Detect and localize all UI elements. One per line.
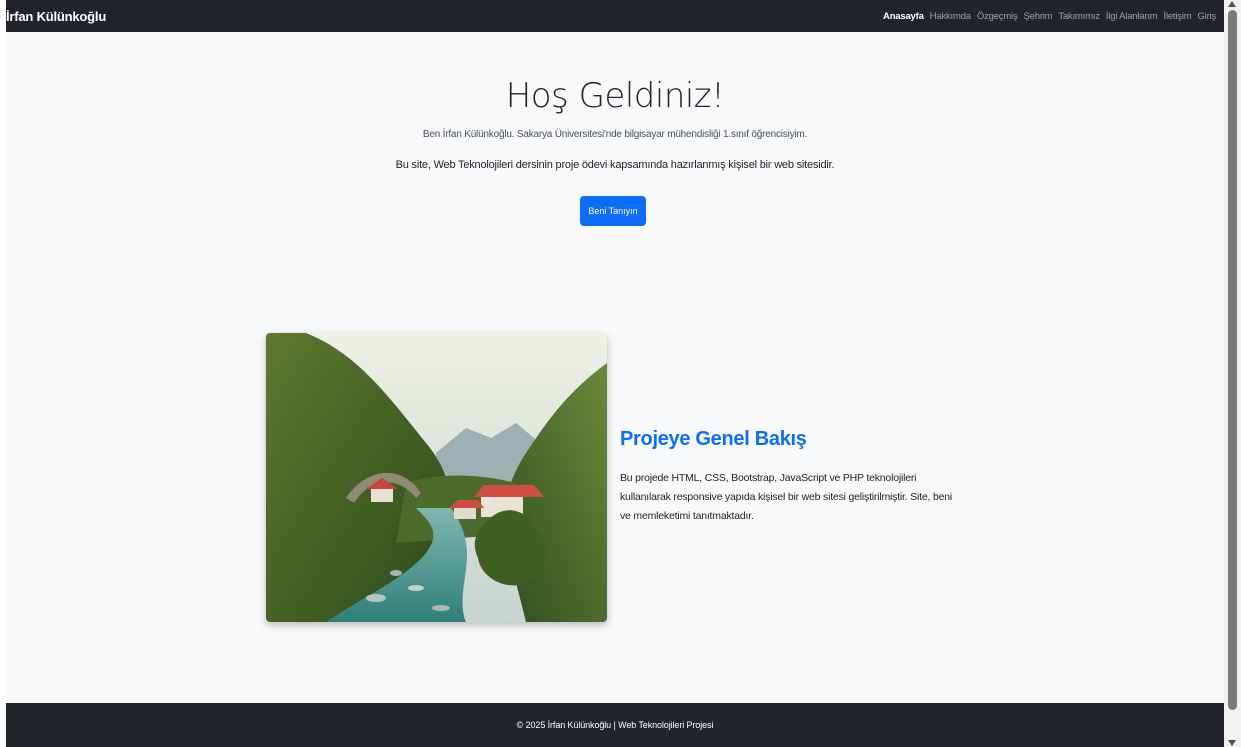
scroll-thumb[interactable] (1228, 10, 1237, 710)
scroll-down-icon[interactable] (1228, 740, 1236, 746)
landscape-illustration (266, 333, 607, 622)
nav-link-hakkimda[interactable]: Hakkımda (930, 11, 971, 22)
nav-links: Anasayfa Hakkımda Özgeçmiş Şehrim Takımı… (883, 11, 1216, 22)
brand-logo[interactable]: İrfan Külünkoğlu (6, 9, 106, 24)
nav-link-ozgecmis[interactable]: Özgeçmiş (977, 11, 1018, 22)
hero-description: Bu site, Web Teknolojileri dersinin proj… (395, 159, 835, 171)
page: İrfan Külünkoğlu Anasayfa Hakkımda Özgeç… (6, 0, 1224, 747)
landscape-bridge-image (266, 333, 607, 622)
about-me-button[interactable]: Beni Tanıyın (580, 196, 646, 226)
vertical-scrollbar[interactable] (1224, 0, 1241, 747)
scroll-up-icon[interactable] (1228, 1, 1236, 7)
footer: © 2025 İrfan Külünkoğlu | Web Teknolojil… (6, 703, 1224, 747)
footer-text: © 2025 İrfan Külünkoğlu | Web Teknolojil… (516, 720, 714, 730)
hero-title: Hoş Geldiniz! (505, 76, 725, 116)
nav-link-ilgi-alanlarim[interactable]: İlgi Alanlarım (1106, 11, 1158, 22)
nav-link-sehrim[interactable]: Şehrim (1024, 11, 1053, 22)
hero-intro: Ben İrfan Külünkoğlu. Sakarya Üniversite… (422, 129, 808, 140)
nav-link-anasayfa[interactable]: Anasayfa (883, 11, 924, 22)
navbar: İrfan Külünkoğlu Anasayfa Hakkımda Özgeç… (6, 0, 1224, 32)
overview-text: Bu projede HTML, CSS, Bootstrap, JavaScr… (620, 472, 952, 522)
nav-link-takimimiz[interactable]: Takımımız (1058, 11, 1100, 22)
nav-link-giris[interactable]: Giriş (1197, 11, 1216, 22)
overview-title: Projeye Genel Bakış (620, 428, 807, 450)
nav-link-iletisim[interactable]: İletişim (1164, 11, 1192, 22)
